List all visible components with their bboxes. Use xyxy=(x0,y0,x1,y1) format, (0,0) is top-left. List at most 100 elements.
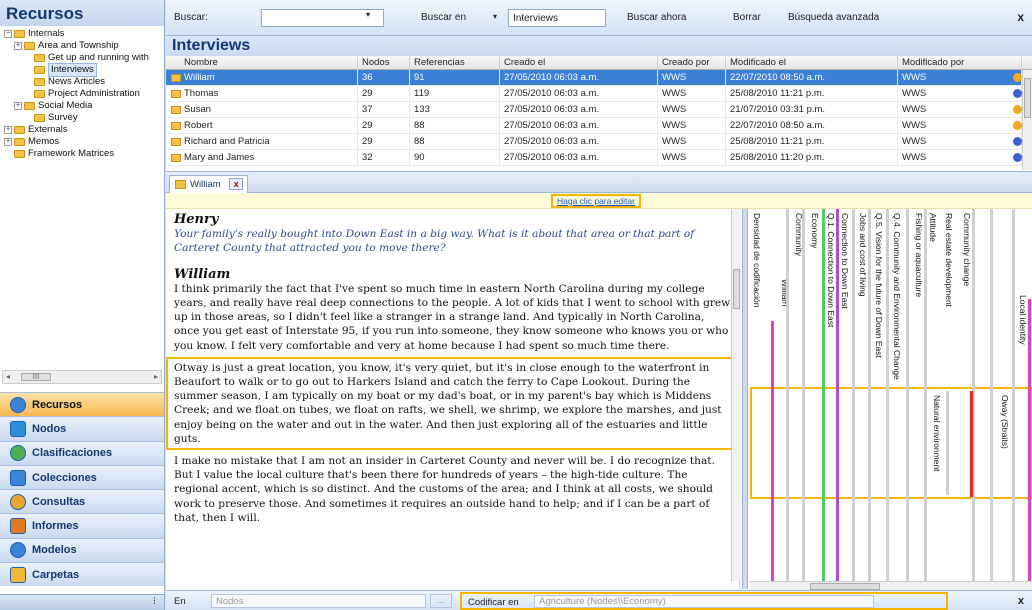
coding-stripe-bar[interactable] xyxy=(852,209,855,581)
nav-button-nodos[interactable]: Nodos xyxy=(0,416,164,441)
table-row[interactable]: Thomas 29 119 27/05/2010 06:03 a.m. WWS 25/08… xyxy=(166,86,1032,102)
nodes-dropdown[interactable]: Nodos xyxy=(211,594,426,608)
nav-button-modelos[interactable]: Modelos xyxy=(0,537,164,563)
coding-stripe-bar[interactable] xyxy=(1028,299,1031,581)
coding-stripe-bar[interactable] xyxy=(906,209,909,581)
coding-stripe-label[interactable]: Jobs and cost of living xyxy=(858,213,868,297)
nav-button-consultas[interactable]: Consultas xyxy=(0,489,164,514)
column-header[interactable]: Referencias xyxy=(410,56,500,70)
click-to-edit-link[interactable]: Haga clic para editar xyxy=(551,194,641,208)
table-cell-nodes: 37 xyxy=(358,102,410,118)
nav-button-carpetas[interactable]: Carpetas xyxy=(0,562,164,587)
tab-close-icon[interactable]: x xyxy=(229,178,244,190)
column-header[interactable]: Creado el xyxy=(500,56,658,70)
scroll-right-icon[interactable]: ▸ xyxy=(154,372,158,381)
coding-stripe-bar[interactable] xyxy=(946,391,949,495)
search-in-label[interactable]: Buscar en xyxy=(421,12,466,23)
expand-toggle-icon[interactable]: + xyxy=(4,125,12,134)
coding-stripe-bar[interactable] xyxy=(802,209,805,581)
coding-stripe-bar[interactable] xyxy=(970,391,973,497)
search-dropdown-icon[interactable]: ▾ xyxy=(366,10,370,19)
coding-stripe-bar[interactable] xyxy=(822,209,825,581)
coding-stripe-label[interactable]: Real estate development xyxy=(944,213,954,307)
scroll-thumb[interactable]: III xyxy=(21,373,51,381)
coding-stripe-bar[interactable] xyxy=(990,209,993,581)
expand-toggle-icon[interactable]: − xyxy=(4,29,12,38)
expand-toggle-icon[interactable]: + xyxy=(4,137,12,146)
search-now-button[interactable]: Buscar ahora xyxy=(627,12,686,23)
nav-button-recursos[interactable]: Recursos xyxy=(0,392,164,417)
coding-stripe-bar[interactable] xyxy=(836,209,839,581)
close-find-bar-icon[interactable]: x xyxy=(1017,10,1024,24)
close-coding-bar-icon[interactable]: x xyxy=(1018,595,1024,607)
coding-stripe-label[interactable]: Fishing or aquaculture xyxy=(914,213,924,297)
tree-horizontal-scrollbar[interactable]: ◂ III ▸ xyxy=(2,370,162,384)
table-row[interactable]: Richard and Patricia 29 88 27/05/2010 06:03… xyxy=(166,134,1032,150)
coding-stripe-label[interactable]: Connection to Down East xyxy=(840,213,850,309)
tab-william[interactable]: William x xyxy=(169,175,249,193)
coding-stripe-label[interactable]: Natural environment xyxy=(932,395,942,472)
tree-item[interactable]: + Memos xyxy=(0,136,164,148)
table-row[interactable]: Susan 37 133 27/05/2010 06:03 a.m. WWS 21/07/… xyxy=(166,102,1032,118)
tree-item[interactable]: Interviews xyxy=(0,63,164,77)
clear-button[interactable]: Borrar xyxy=(733,12,761,23)
column-header[interactable]: Nodos xyxy=(358,56,410,70)
tree-item-label: Area and Township xyxy=(38,40,119,51)
column-header[interactable]: Modificado por xyxy=(898,56,1022,70)
advanced-search-button[interactable]: Búsqueda avanzada xyxy=(788,12,879,23)
nav-button-clasificaciones[interactable]: Clasificaciones xyxy=(0,440,164,465)
coding-stripe-label[interactable]: Densidad de codificación xyxy=(752,213,762,308)
coding-stripe-bar[interactable] xyxy=(771,321,774,581)
nav-button-colecciones[interactable]: Colecciones xyxy=(0,464,164,490)
tree-item[interactable]: Get up and running with xyxy=(0,52,164,64)
coding-stripe-bar[interactable] xyxy=(924,209,927,581)
tree-item[interactable]: + Social Media xyxy=(0,100,164,112)
expand-toggle-icon[interactable]: + xyxy=(14,41,22,50)
column-header[interactable]: Nombre xyxy=(166,56,358,70)
table-row[interactable]: Robert 29 88 27/05/2010 06:03 a.m. WWS 22/07/… xyxy=(166,118,1032,134)
coding-stripe-bar[interactable] xyxy=(886,209,889,581)
list-vertical-scrollbar[interactable] xyxy=(1022,70,1032,170)
table-cell-created_by: WWS xyxy=(658,150,726,166)
tree-item[interactable]: Survey xyxy=(0,112,164,124)
scroll-thumb[interactable] xyxy=(810,583,880,590)
in-label: En xyxy=(174,596,186,607)
coding-stripe-label[interactable]: Economy xyxy=(810,213,820,248)
tree-item[interactable]: News Articles xyxy=(0,76,164,88)
tree-item[interactable]: + Area and Township xyxy=(0,40,164,52)
document-text[interactable]: Henry Your family's really bought into D… xyxy=(166,209,740,589)
coding-stripe-label[interactable]: Local identity xyxy=(1018,295,1028,345)
browse-button[interactable]: ... xyxy=(430,594,452,608)
table-row[interactable]: Mary and James 32 90 27/05/2010 06:03 a.m. W… xyxy=(166,150,1032,166)
pane-splitter[interactable] xyxy=(742,209,748,589)
search-in-field[interactable]: Interviews xyxy=(508,9,606,27)
scroll-left-icon[interactable]: ◂ xyxy=(6,372,10,381)
scroll-thumb[interactable] xyxy=(733,269,740,309)
search-in-dropdown-icon[interactable]: ▾ xyxy=(493,12,497,21)
coding-stripe-bar[interactable] xyxy=(1012,209,1015,581)
column-header[interactable]: Creado por xyxy=(658,56,726,70)
coding-stripe-label[interactable]: Oway (Straits) xyxy=(1000,395,1010,449)
nav-configure-button[interactable]: ⁝ xyxy=(0,594,164,610)
tree-item[interactable]: Framework Matrices xyxy=(0,148,164,160)
tree-item[interactable]: Project Administration xyxy=(0,88,164,100)
color-dot xyxy=(1013,137,1022,146)
column-header[interactable]: Modificado el xyxy=(726,56,898,70)
code-at-field[interactable]: Agriculture (Nodes\\Economy) xyxy=(534,595,874,608)
folder-icon xyxy=(34,89,45,98)
nav-button-informes[interactable]: Informes xyxy=(0,513,164,538)
document-vertical-scrollbar[interactable] xyxy=(731,209,741,581)
tree-item[interactable]: − Internals xyxy=(0,28,164,40)
coding-stripe-label[interactable]: Q.1. Connection to Down East xyxy=(826,213,836,327)
tree-item[interactable]: + Externals xyxy=(0,124,164,136)
coding-stripe-label[interactable]: Q.4. Community and Environmental Change xyxy=(892,213,902,380)
coding-stripe-label[interactable]: Community change xyxy=(962,213,972,286)
coding-stripe-bar[interactable] xyxy=(786,209,789,581)
tree-item-label: Framework Matrices xyxy=(28,148,115,159)
coding-stripe-label[interactable]: Attitude xyxy=(928,213,938,242)
table-row[interactable]: William 36 91 27/05/2010 06:03 a.m. WWS 22/07… xyxy=(166,70,1032,86)
expand-toggle-icon[interactable]: + xyxy=(14,101,22,110)
scroll-thumb[interactable] xyxy=(1024,78,1031,118)
coding-stripe-label[interactable]: Q.5. Vision for the future of Down East xyxy=(874,213,884,358)
coding-stripe-bar[interactable] xyxy=(868,209,871,581)
